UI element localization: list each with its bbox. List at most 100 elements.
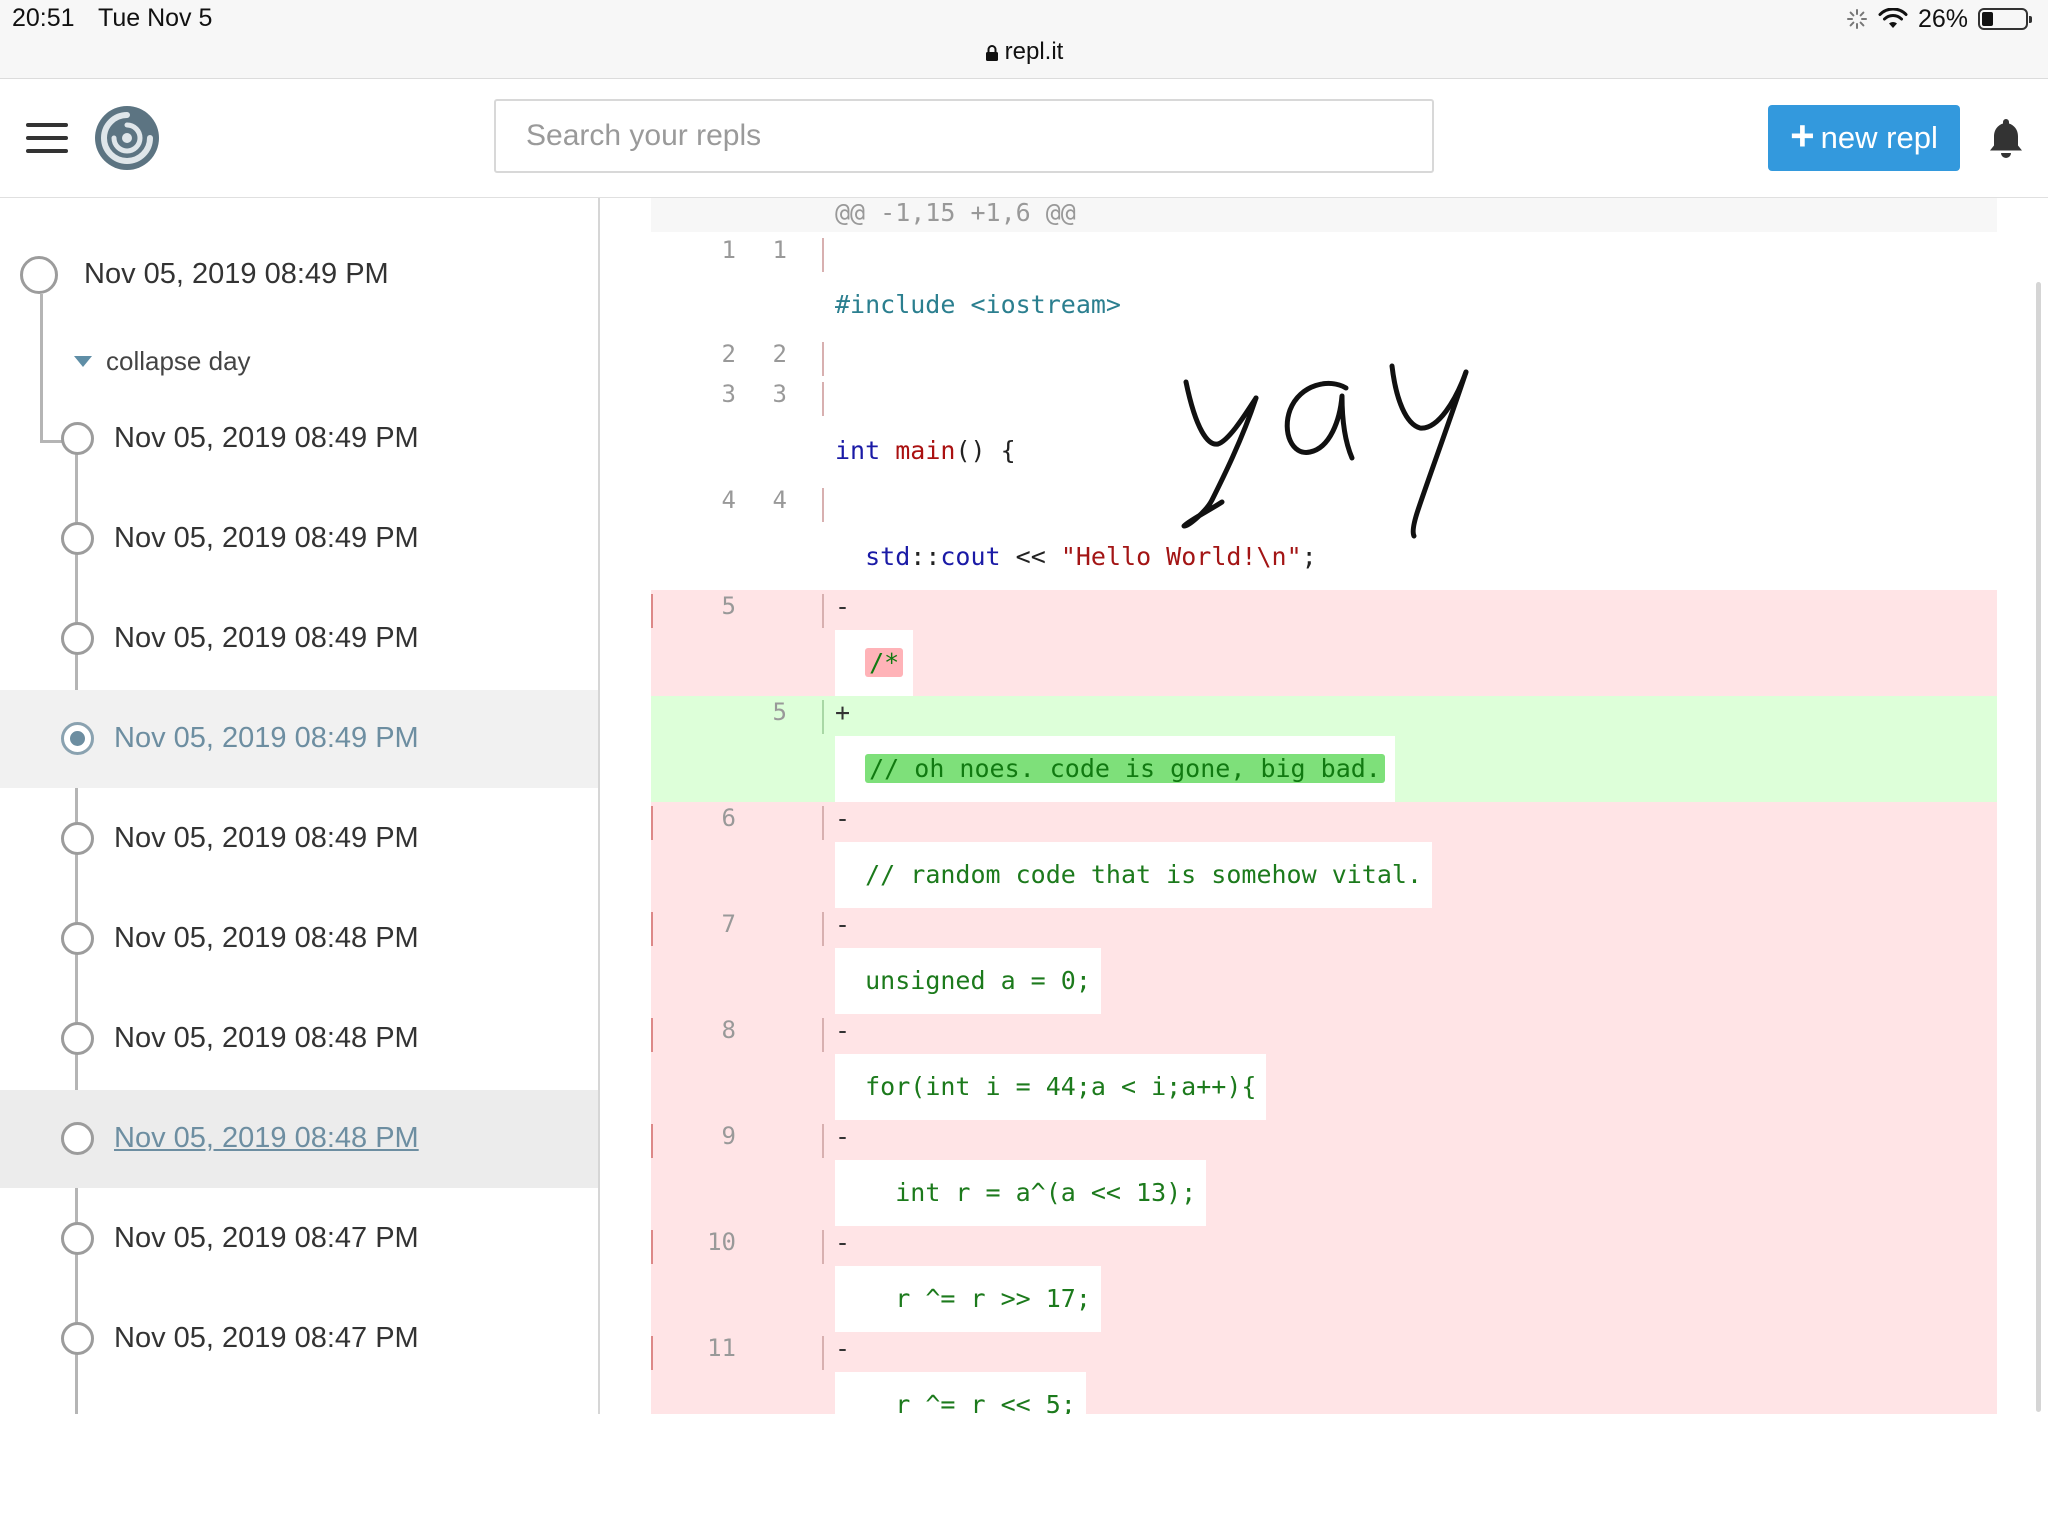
timeline-item-label: Nov 05, 2019 08:49 PM [114, 422, 419, 454]
diff-sign: - [835, 1228, 851, 1257]
diff-line-deleted: 8 - for(int i = 44;a < i;a++){ [651, 1014, 1997, 1120]
timeline-node [61, 822, 94, 855]
new-repl-button[interactable]: + new repl [1768, 105, 1960, 171]
code-text: for(int i = 44;a < i;a++){ [835, 1054, 1267, 1120]
diff-line: 2 2 [651, 338, 1997, 378]
diff-line-deleted: 10 - r ^= r >> 17; [651, 1226, 1997, 1332]
gutter-divider [822, 594, 824, 628]
new-repl-label: new repl [1820, 120, 1938, 155]
app-header: + new repl [0, 79, 2048, 198]
gutter-divider [822, 912, 824, 946]
code-text: std::cout << "Hello World!\n"; [835, 524, 1327, 590]
diff-line-deleted: 9 - int r = a^(a << 13); [651, 1120, 1997, 1226]
timeline-item-label: Nov 05, 2019 08:49 PM [114, 722, 419, 754]
timeline-day-node[interactable] [20, 256, 58, 294]
code-text: /* [835, 630, 914, 696]
timeline-node [61, 522, 94, 555]
gutter-divider [822, 238, 824, 272]
diff-sign: - [835, 1334, 851, 1363]
timeline-day-label[interactable]: Nov 05, 2019 08:49 PM [84, 258, 389, 291]
history-sidebar: Nov 05, 2019 08:49 PM collapse day Nov 0… [0, 198, 600, 1414]
hunk-header-row: @@ -1,15 +1,6 @@ [651, 198, 1997, 232]
gutter-divider [822, 1124, 824, 1158]
new-line-number: 1 [772, 236, 787, 264]
gutter-divider [822, 700, 824, 734]
url-text: repl.it [1004, 38, 1064, 65]
replit-logo-icon[interactable] [94, 105, 160, 171]
timeline-item[interactable]: Nov 05, 2019 08:48 PM [0, 1090, 598, 1188]
bell-icon[interactable] [1986, 115, 2026, 161]
timeline-node [61, 722, 94, 755]
status-indicators: 26% [1846, 4, 2032, 34]
new-line-number: 5 [772, 698, 787, 726]
status-day: Tue Nov 5 [98, 4, 213, 32]
code-text: unsigned a = 0; [835, 948, 1101, 1014]
code-text: r ^= r << 5; [835, 1372, 1086, 1414]
diff-line-deleted: 5 - /* [651, 590, 1997, 696]
diff-line-added: 5 + // oh noes. code is gone, big bad. [651, 696, 1997, 802]
collapse-day-toggle[interactable]: collapse day [74, 346, 251, 377]
timeline-item[interactable]: Nov 05, 2019 08:48 PM [0, 990, 598, 1088]
diff-line-deleted: 7 - unsigned a = 0; [651, 908, 1997, 1014]
timeline-item-label: Nov 05, 2019 08:48 PM [114, 1022, 419, 1054]
code-text: int r = a^(a << 13); [835, 1160, 1207, 1226]
new-line-number: 4 [772, 486, 787, 514]
timeline-node [61, 1322, 94, 1355]
timeline-node [61, 1022, 94, 1055]
timeline-item[interactable]: Nov 05, 2019 08:47 PM [0, 1290, 598, 1388]
timeline-node [61, 622, 94, 655]
timeline-item[interactable]: Nov 05, 2019 08:49 PM [0, 790, 598, 888]
timeline-item[interactable]: Nov 05, 2019 08:49 PM [0, 690, 598, 788]
address-bar[interactable]: repl.it [0, 38, 2048, 66]
old-line-number: 9 [721, 1122, 736, 1150]
timeline-item-label: Nov 05, 2019 08:48 PM [114, 922, 419, 954]
diff-sign: + [835, 698, 851, 727]
search-input[interactable] [494, 99, 1434, 173]
code-text: // oh noes. code is gone, big bad. [835, 736, 1395, 802]
loading-spinner-icon [1846, 9, 1867, 29]
diff-sign: - [835, 592, 851, 621]
diff-sign: - [835, 910, 851, 939]
timeline-item-label: Nov 05, 2019 08:47 PM [114, 1322, 419, 1354]
diff-sign: - [835, 1016, 851, 1045]
timeline-item[interactable]: Nov 05, 2019 08:49 PM [0, 590, 598, 688]
menu-icon[interactable] [26, 123, 68, 153]
old-line-number: 11 [707, 1334, 736, 1362]
code-text: int main() { [835, 418, 1026, 484]
collapse-day-label: collapse day [106, 346, 251, 376]
old-line-number: 5 [721, 592, 736, 620]
page-scrollbar[interactable] [2036, 282, 2041, 1412]
gutter-divider [822, 382, 824, 416]
diff-viewer: @@ -1,15 +1,6 @@ 1 1 #include <iostream>… [651, 198, 1997, 1414]
timeline-item[interactable]: Nov 05, 2019 08:49 PM [0, 390, 598, 488]
timeline-item[interactable]: Nov 05, 2019 08:49 PM [0, 490, 598, 588]
code-text: #include <iostream> [835, 272, 1131, 338]
old-line-number: 10 [707, 1228, 736, 1256]
plus-icon: + [1790, 112, 1815, 159]
gutter-divider [822, 1018, 824, 1052]
wifi-icon [1878, 8, 1908, 28]
diff-line: 1 1 #include <iostream> [651, 234, 1997, 338]
timeline-node [61, 922, 94, 955]
old-line-number: 2 [721, 340, 736, 368]
timeline-item-label: Nov 05, 2019 08:49 PM [114, 622, 419, 654]
old-line-number: 1 [721, 236, 736, 264]
timeline-item-label: Nov 05, 2019 08:48 PM [114, 1122, 419, 1154]
timeline-node [61, 422, 94, 455]
diff-line: 3 3 int main() { [651, 378, 1997, 484]
timeline-item[interactable]: Nov 05, 2019 08:48 PM [0, 890, 598, 988]
old-line-number: 8 [721, 1016, 736, 1044]
gutter-divider [822, 806, 824, 840]
diff-sign: - [835, 804, 851, 833]
gutter-divider [822, 488, 824, 522]
battery-icon [1978, 8, 2032, 30]
diff-line-deleted: 6 - // random code that is somehow vital… [651, 802, 1997, 908]
old-line-number: 6 [721, 804, 736, 832]
status-time: 20:51 [12, 4, 75, 32]
timeline-item[interactable]: Nov 05, 2019 08:47 PM [0, 1190, 598, 1288]
code-text: // random code that is somehow vital. [835, 842, 1433, 908]
timeline-item-label: Nov 05, 2019 08:49 PM [114, 822, 419, 854]
old-line-number: 4 [721, 486, 736, 514]
lock-icon [985, 44, 998, 61]
battery-percent: 26% [1917, 4, 1968, 33]
